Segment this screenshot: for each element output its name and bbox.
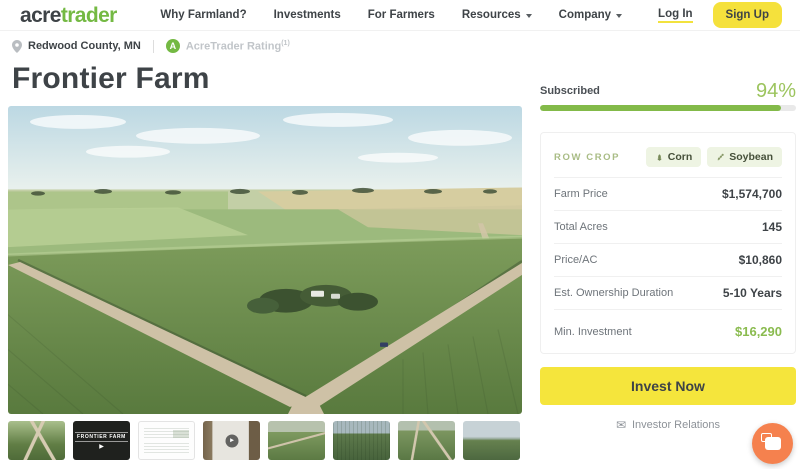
listing-content: Redwood County, MN A AcreTrader Rating(1…	[0, 31, 800, 460]
gallery-thumbnail-aerial-crossroads[interactable]	[8, 421, 65, 460]
logo-text-trader: trader	[60, 3, 118, 27]
crop-badges: Corn Soybean	[645, 147, 782, 167]
document-chart-smudge	[173, 430, 189, 438]
rating-footnote: (1)	[281, 39, 290, 47]
nav-item-resources[interactable]: Resources	[462, 9, 532, 21]
chevron-down-icon	[616, 14, 623, 18]
subscribed-progress-bar	[540, 105, 796, 111]
nav-item-company[interactable]: Company	[558, 9, 623, 21]
login-link[interactable]: Log In	[658, 8, 693, 23]
detail-label: Total Acres	[554, 221, 608, 233]
meta-divider	[152, 39, 154, 53]
subscribed-label: Subscribed	[540, 85, 600, 97]
detail-value: 5-10 Years	[722, 286, 782, 300]
crop-badge-soybean: Soybean	[707, 147, 782, 167]
subscribed-percent: 94%	[755, 80, 796, 102]
min-investment-value: $16,290	[735, 324, 782, 339]
gallery-thumbnail-aerial-field-roads[interactable]	[398, 421, 455, 460]
mail-icon: ✉	[615, 418, 626, 432]
play-icon: ▶	[225, 434, 238, 447]
nav-item-label: Resources	[461, 9, 521, 21]
main-nav: Why Farmland? Investments For Farmers Re…	[160, 9, 623, 21]
crop-type-row: ROW CROP Corn Soybean	[554, 136, 782, 178]
acretrader-logo[interactable]: acretrader	[20, 5, 117, 26]
gallery-thumbnail-aerial-cloudy[interactable]	[463, 421, 520, 460]
nav-item-label: Company	[558, 9, 612, 21]
chat-widget-button[interactable]	[752, 423, 793, 464]
gallery-thumbnail-video-cover[interactable]: FRONTIER FARM ▶	[73, 421, 130, 460]
gallery-thumbnail-document[interactable]	[138, 421, 195, 460]
chat-bubble-icon	[760, 433, 781, 450]
investor-relations-label: Investor Relations	[632, 419, 721, 431]
detail-label: Farm Price	[554, 188, 608, 200]
nav-item-label: Investments	[273, 9, 341, 21]
subscribed-progress-fill	[540, 105, 781, 111]
detail-label: Est. Ownership Duration	[554, 287, 674, 299]
subscription-status: Subscribed 94%	[540, 81, 796, 101]
aerial-farm-illustration	[8, 106, 522, 414]
logo-text-acre: acre	[20, 3, 61, 27]
corn-icon	[657, 154, 662, 161]
acretrader-rating-link[interactable]: AcreTrader Rating(1)	[186, 40, 290, 53]
detail-row-total-acres: Total Acres 145	[554, 211, 782, 244]
detail-value: $10,860	[738, 253, 782, 267]
crop-badge-label: Corn	[667, 151, 693, 163]
invest-now-button[interactable]: Invest Now	[540, 367, 796, 405]
soybean-icon	[717, 153, 724, 161]
signup-button[interactable]: Sign Up	[712, 2, 782, 28]
crop-badge-corn: Corn	[645, 147, 702, 167]
document-lines	[144, 443, 189, 454]
gallery-thumbnail-interview-video[interactable]: ▶	[203, 421, 260, 460]
detail-value: 145	[761, 220, 782, 234]
video-cover-title: FRONTIER FARM	[75, 431, 128, 442]
location-pin-icon	[12, 39, 22, 53]
acretrader-rating-icon: A	[165, 39, 180, 53]
listing-location: Redwood County, MN	[28, 40, 141, 52]
nav-item-investments[interactable]: Investments	[274, 9, 341, 21]
crop-type-label: ROW CROP	[554, 151, 621, 163]
investment-sidebar: Subscribed 94% ROW CROP Corn Soybean Far…	[540, 81, 796, 431]
main-farm-photo[interactable]	[8, 106, 522, 414]
acretrader-listing-page: acretrader Why Farmland? Investments For…	[0, 0, 800, 469]
nav-item-for-farmers[interactable]: For Farmers	[368, 9, 435, 21]
detail-row-min-investment: Min. Investment $16,290	[554, 311, 782, 339]
detail-value: $1,574,700	[721, 187, 782, 201]
detail-label: Price/AC	[554, 254, 598, 266]
nav-item-label: Why Farmland?	[160, 9, 247, 21]
farm-details-card: ROW CROP Corn Soybean Farm Price $1,574,…	[540, 132, 796, 354]
listing-meta-row: Redwood County, MN A AcreTrader Rating(1…	[12, 39, 800, 53]
detail-row-price-per-acre: Price/AC $10,860	[554, 244, 782, 277]
auth-controls: Log In Sign Up	[658, 2, 782, 28]
detail-row-farm-price: Farm Price $1,574,700	[554, 178, 782, 211]
top-navigation-bar: acretrader Why Farmland? Investments For…	[0, 0, 800, 31]
detail-label: Min. Investment	[554, 325, 632, 338]
crop-badge-label: Soybean	[729, 151, 773, 163]
nav-item-label: For Farmers	[367, 9, 435, 21]
play-icon: ▶	[99, 443, 104, 450]
gallery-thumbnail-aerial-crop-rows[interactable]	[333, 421, 390, 460]
detail-row-ownership-duration: Est. Ownership Duration 5-10 Years	[554, 277, 782, 310]
gallery-thumbnail-aerial-field-road[interactable]	[268, 421, 325, 460]
chevron-down-icon	[525, 14, 532, 18]
nav-item-why-farmland[interactable]: Why Farmland?	[160, 9, 246, 21]
